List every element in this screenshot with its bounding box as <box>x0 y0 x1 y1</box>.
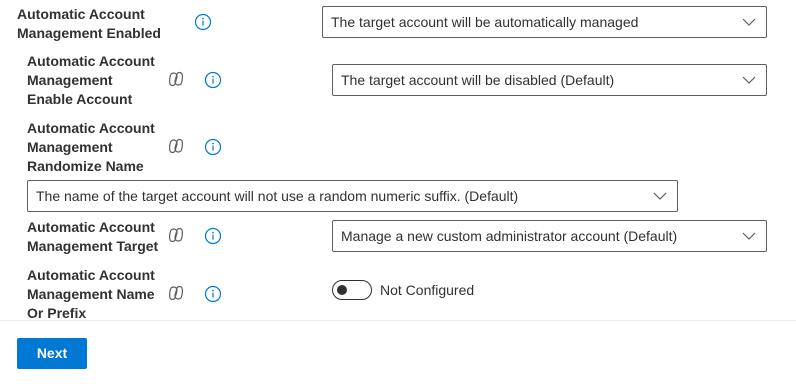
info-icon[interactable] <box>204 285 222 303</box>
management-target-dropdown[interactable]: Manage a new custom administrator accoun… <box>332 220 767 252</box>
setting-label-randomize-name: Automatic Account Management Randomize N… <box>27 120 155 174</box>
setting-label-management-target: Automatic Account Management Target <box>27 219 159 254</box>
chevron-down-icon <box>653 192 667 200</box>
copilot-icon[interactable] <box>167 137 185 155</box>
name-or-prefix-toggle[interactable] <box>332 280 372 300</box>
chevron-down-icon <box>742 232 756 240</box>
randomize-name-dropdown[interactable]: The name of the target account will not … <box>27 180 678 212</box>
copilot-icon[interactable] <box>167 226 185 244</box>
chevron-down-icon <box>742 76 756 84</box>
footer-divider <box>0 320 796 321</box>
setting-label-name-or-prefix: Automatic Account Management Name Or Pre… <box>27 267 155 321</box>
copilot-icon[interactable] <box>167 284 185 302</box>
setting-label-enable-account: Automatic Account Management Enable Acco… <box>27 53 155 107</box>
info-icon[interactable] <box>204 138 222 156</box>
chevron-down-icon <box>742 18 756 26</box>
toggle-status-label: Not Configured <box>380 282 475 298</box>
info-icon[interactable] <box>204 227 222 245</box>
setting-label-management-enabled: Automatic Account Management Enabled <box>17 6 161 41</box>
copilot-icon[interactable] <box>167 70 185 88</box>
randomize-name-value: The name of the target account will not … <box>36 188 519 204</box>
info-icon[interactable] <box>194 13 212 31</box>
management-target-value: Manage a new custom administrator accoun… <box>341 228 678 244</box>
enable-account-value: The target account will be disabled (Def… <box>341 72 615 88</box>
management-enabled-dropdown[interactable]: The target account will be automatically… <box>322 6 767 38</box>
next-button[interactable]: Next <box>17 338 87 369</box>
management-enabled-value: The target account will be automatically… <box>331 14 639 30</box>
enable-account-dropdown[interactable]: The target account will be disabled (Def… <box>332 64 767 96</box>
toggle-knob <box>337 285 347 295</box>
info-icon[interactable] <box>204 71 222 89</box>
